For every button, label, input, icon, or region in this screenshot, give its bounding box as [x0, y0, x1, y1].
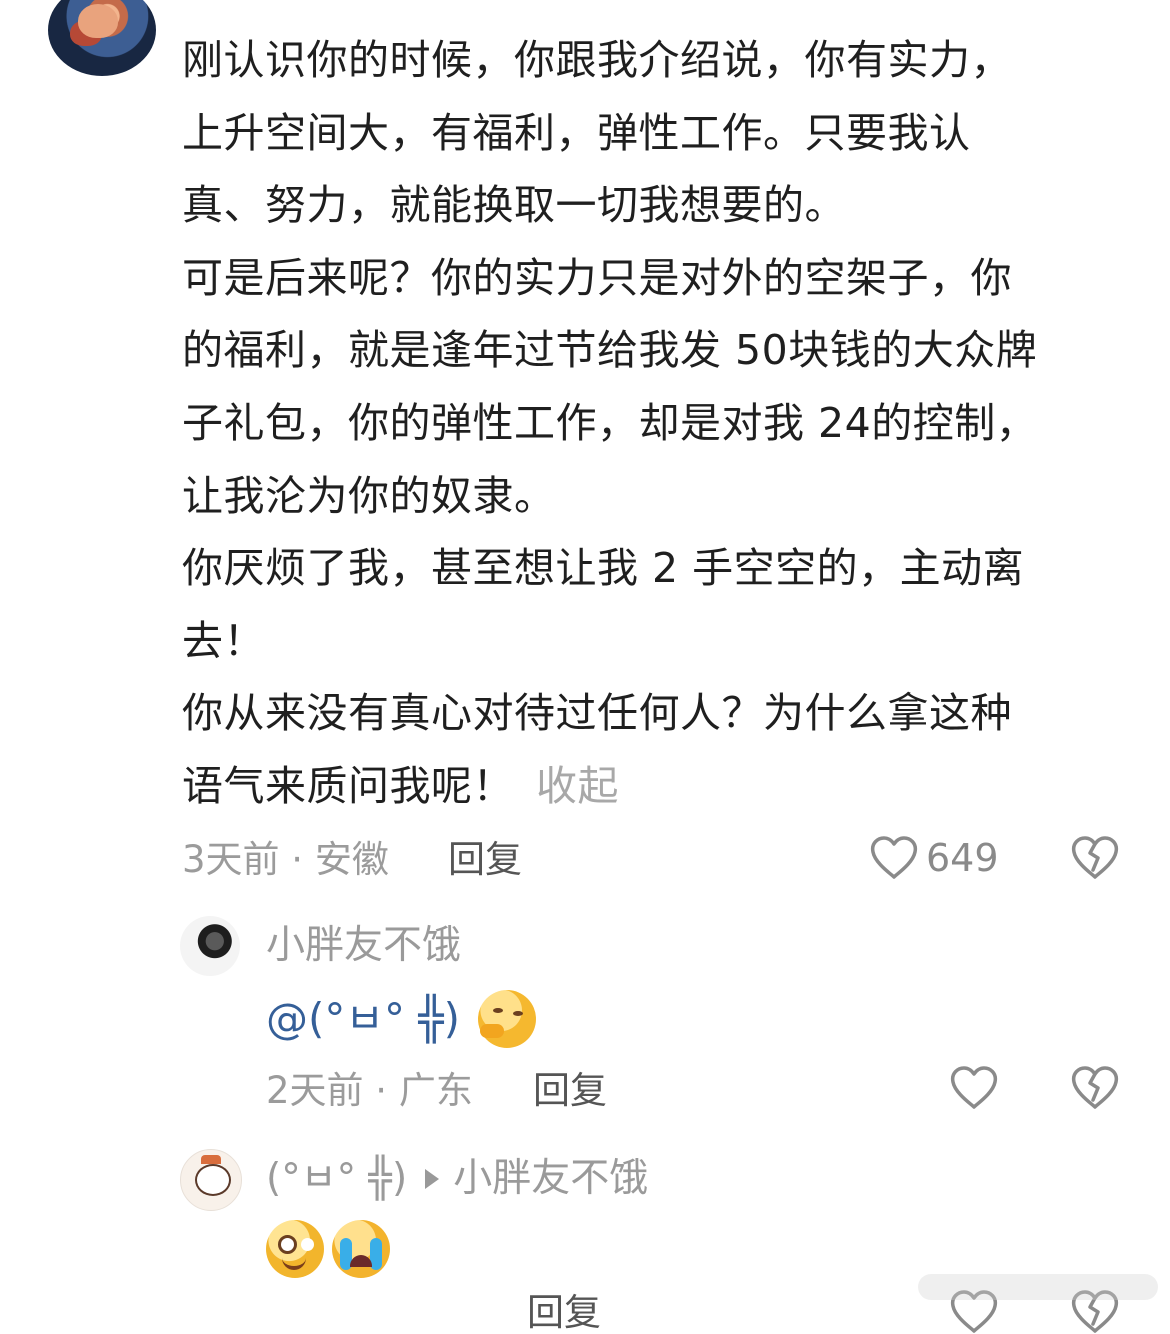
- heart-outline-icon[interactable]: [870, 836, 918, 880]
- comment-body: 刚认识你的时候，你跟我介绍说，你有实力， 上升空间大，有福利，弹性工作。只要我认…: [182, 24, 1122, 823]
- comment-paragraph-2: 可是后来呢？你的实力只是对外的空架子，你 的福利，就是逢年过节给我发 50块钱的…: [182, 253, 1038, 520]
- reply-content-2: [266, 1220, 390, 1278]
- comment-last-paragraph-wrap: 你从来没有真心对待过任何人？为什么拿这种 语气来质问我呢！ 收起: [182, 677, 1122, 822]
- reply-meta-1: 2天前 · 广东: [266, 1069, 473, 1112]
- reply-button-2[interactable]: 回复: [527, 1294, 601, 1331]
- reply-avatar-2[interactable]: [180, 1149, 242, 1211]
- reply-content-1: @(°ㅂ° ╬): [266, 990, 537, 1048]
- comment-paragraph-3: 你厌烦了我，甚至想让我 2 手空空的，主动离 去！: [182, 544, 1025, 665]
- reply-author-2[interactable]: (°ㅂ° ╬): [266, 1157, 407, 1201]
- thinking-emoji-icon: [478, 990, 537, 1048]
- reply-avatar-1[interactable]: [180, 916, 240, 976]
- comment-like-count: 649: [926, 836, 999, 880]
- comment-meta: 3天前 · 安徽: [182, 838, 389, 881]
- heart-outline-icon[interactable]: [950, 1066, 998, 1110]
- triangle-right-icon: [425, 1169, 440, 1190]
- watermark-overlay: [918, 1274, 1158, 1300]
- reply-target-2[interactable]: 小胖友不饿: [453, 1157, 648, 1201]
- comment-like-group[interactable]: 649: [870, 836, 999, 880]
- reply-author-1[interactable]: 小胖友不饿: [266, 924, 461, 968]
- smile-emoji-icon: [266, 1220, 324, 1278]
- reply-header-2: (°ㅂ° ╬) 小胖友不饿: [266, 1157, 648, 1201]
- comment-paragraph-1: 刚认识你的时候，你跟我介绍说，你有实力， 上升空间大，有福利，弹性工作。只要我认…: [182, 36, 1012, 230]
- reply-button-1[interactable]: 回复: [533, 1072, 607, 1109]
- collapse-link[interactable]: 收起: [536, 762, 619, 810]
- crying-emoji-icon: [332, 1220, 390, 1278]
- broken-heart-icon[interactable]: [1071, 1066, 1119, 1110]
- mention-link[interactable]: @(°ㅂ° ╬): [266, 998, 460, 1040]
- broken-heart-icon[interactable]: [1071, 836, 1119, 880]
- comment-reply-button[interactable]: 回复: [448, 841, 522, 878]
- commenter-avatar[interactable]: [48, 0, 156, 76]
